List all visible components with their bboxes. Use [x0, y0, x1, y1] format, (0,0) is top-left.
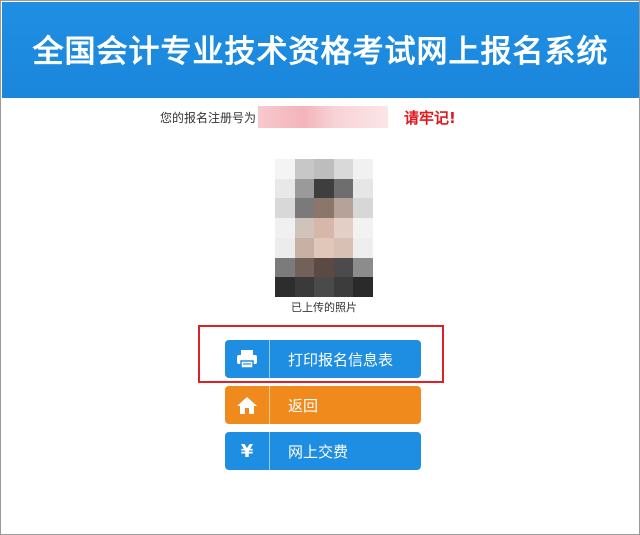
photo-pixel [314, 159, 334, 179]
back-label: 返回 [288, 396, 319, 415]
print-registration-button[interactable]: 打印报名信息表 [225, 340, 421, 378]
photo-pixel [353, 178, 373, 199]
page-title: 全国会计专业技术资格考试网上报名系统 [32, 34, 609, 70]
registration-line: 您的报名注册号为 请牢记! [160, 105, 456, 129]
photo-pixel [275, 277, 295, 297]
photo-pixel [333, 159, 354, 179]
registration-prefix: 您的报名注册号为 [160, 110, 257, 125]
home-icon [225, 386, 270, 424]
photo-caption: 已上传的照片 [291, 301, 357, 314]
page-frame: 全国会计专业技术资格考试网上报名系统 您的报名注册号为 请牢记! 已上传的照片 … [0, 0, 640, 535]
photo-pixel [333, 218, 354, 238]
photo-pixel [314, 198, 334, 219]
photo-pixel [294, 218, 315, 238]
back-button[interactable]: 返回 [225, 386, 421, 424]
photo-pixel [353, 198, 373, 219]
photo-pixel [333, 178, 354, 199]
photo-pixel [333, 198, 354, 219]
photo-pixel [294, 237, 315, 258]
photo-pixel [275, 178, 295, 199]
photo-pixel [353, 257, 373, 278]
print-registration-label: 打印报名信息表 [288, 350, 394, 369]
uploaded-photo [275, 159, 373, 297]
photo-pixel [314, 218, 334, 238]
header-banner: 全国会计专业技术资格考试网上报名系统 [2, 2, 639, 98]
photo-pixel [314, 237, 334, 258]
photo-pixel [314, 257, 334, 278]
photo-pixel [275, 257, 295, 278]
photo-pixel [275, 237, 295, 258]
photo-pixel [294, 257, 315, 278]
photo-pixel [353, 159, 373, 179]
photo-pixel [275, 218, 295, 238]
printer-icon [225, 340, 270, 378]
photo-pixel [275, 198, 295, 219]
photo-pixel [294, 159, 315, 179]
online-payment-button[interactable]: ¥ 网上交费 [225, 432, 421, 470]
photo-pixel [333, 257, 354, 278]
registration-warning: 请牢记! [404, 108, 456, 127]
photo-pixel [294, 277, 315, 297]
photo-pixel [294, 178, 315, 199]
yen-icon: ¥ [225, 432, 270, 470]
photo-pixel [314, 277, 334, 297]
photo-pixel [353, 218, 373, 238]
photo-pixel [294, 198, 315, 219]
photo-pixel [353, 237, 373, 258]
photo-pixel [353, 277, 373, 297]
photo-pixel [333, 277, 354, 297]
online-payment-label: 网上交费 [288, 442, 349, 461]
photo-pixel [314, 178, 334, 199]
registration-number-redacted [258, 106, 389, 128]
photo-pixel [333, 237, 354, 258]
photo-pixel [275, 159, 295, 179]
